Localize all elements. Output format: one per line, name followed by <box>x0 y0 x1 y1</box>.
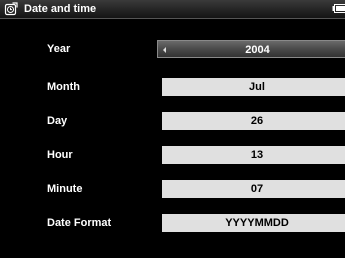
setting-value: YYYYMMDD <box>225 217 289 229</box>
setting-value: Jul <box>249 81 265 93</box>
setting-label: Date Format <box>47 217 112 229</box>
setting-value: 2004 <box>245 44 270 56</box>
setting-row-date-format[interactable]: Date Format YYYYMMDD <box>0 214 345 232</box>
day-value-field[interactable]: 26 <box>162 112 345 130</box>
setting-row-year[interactable]: Year 2004 <box>0 40 345 58</box>
arrow-left-icon[interactable] <box>163 47 166 53</box>
page-title: Date and time <box>24 3 97 15</box>
month-value-field[interactable]: Jul <box>162 78 345 96</box>
setting-label: Minute <box>47 183 83 195</box>
setting-label: Month <box>47 81 80 93</box>
setting-row-minute[interactable]: Minute 07 <box>0 180 345 198</box>
title-bar: Date and time <box>0 0 345 19</box>
setting-label: Hour <box>47 149 73 161</box>
setting-row-day[interactable]: Day 26 <box>0 112 345 130</box>
setting-value: 07 <box>250 183 264 195</box>
minute-value-field[interactable]: 07 <box>162 180 345 198</box>
hour-value-field[interactable]: 13 <box>162 146 345 164</box>
setting-label: Year <box>47 43 71 55</box>
setting-label: Day <box>47 115 68 127</box>
battery-icon <box>332 4 345 13</box>
date-format-value-field[interactable]: YYYYMMDD <box>162 214 345 232</box>
year-value-field[interactable]: 2004 <box>157 40 345 58</box>
setting-row-hour[interactable]: Hour 13 <box>0 146 345 164</box>
setting-row-month[interactable]: Month Jul <box>0 78 345 96</box>
clock-icon <box>4 2 18 16</box>
setting-value: 13 <box>250 149 264 161</box>
setting-value: 26 <box>250 115 264 127</box>
